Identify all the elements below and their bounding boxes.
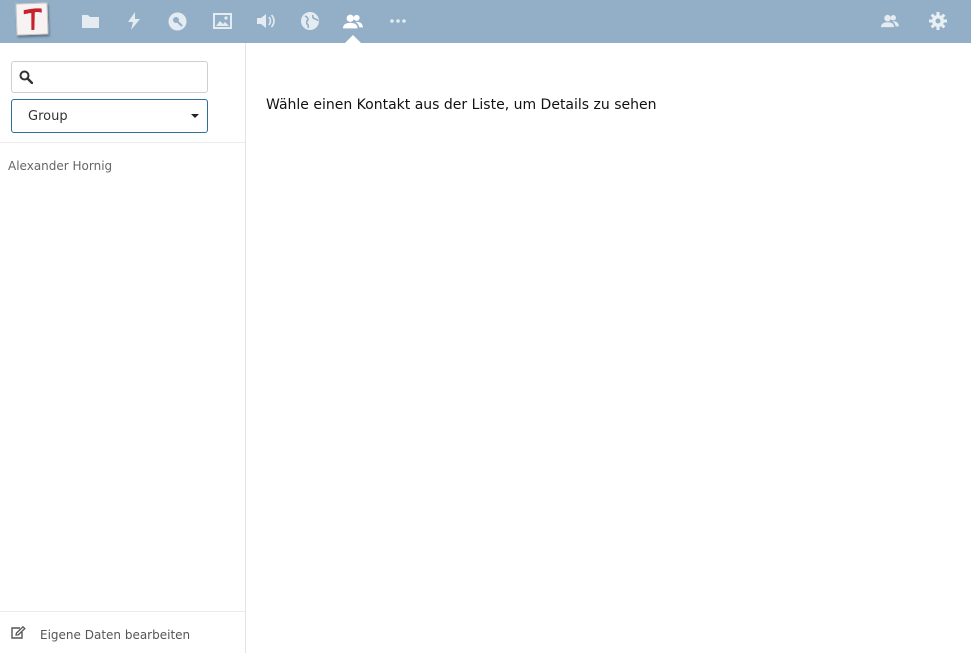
search-box[interactable]	[11, 61, 208, 93]
contacts-icon[interactable]	[343, 11, 363, 31]
chevron-down-icon	[191, 114, 199, 118]
music-icon[interactable]	[256, 11, 276, 31]
contact-details-pane: Wähle einen Kontakt aus der Liste, um De…	[246, 43, 971, 653]
cross-logo-icon	[23, 8, 42, 31]
activity-icon[interactable]	[124, 11, 144, 31]
active-app-indicator	[345, 35, 361, 43]
settings-icon[interactable]	[928, 11, 948, 31]
empty-state-message: Wähle einen Kontakt aus der Liste, um De…	[266, 97, 657, 113]
more-icon[interactable]	[388, 11, 408, 31]
contacts-sidebar: Group Alexander Hornig Eigene Daten bear…	[0, 43, 246, 653]
sidebar-divider	[0, 142, 245, 143]
edit-own-data-label: Eigene Daten bearbeiten	[40, 628, 191, 642]
gallery-icon[interactable]	[212, 11, 232, 31]
globe-icon[interactable]	[300, 11, 320, 31]
passwords-icon[interactable]	[167, 11, 187, 31]
search-input[interactable]	[40, 66, 202, 88]
group-select-value: Group	[28, 109, 68, 124]
edit-own-data-button[interactable]: Eigene Daten bearbeiten	[0, 611, 245, 653]
app-logo[interactable]	[15, 2, 49, 36]
top-bar	[0, 0, 971, 43]
search-icon	[19, 70, 33, 84]
contacts-menu-icon[interactable]	[880, 11, 900, 31]
contact-list-item[interactable]: Alexander Hornig	[0, 153, 245, 179]
group-select[interactable]: Group	[11, 99, 208, 133]
edit-icon	[11, 626, 26, 639]
files-icon[interactable]	[80, 11, 100, 31]
contact-name: Alexander Hornig	[8, 159, 113, 173]
